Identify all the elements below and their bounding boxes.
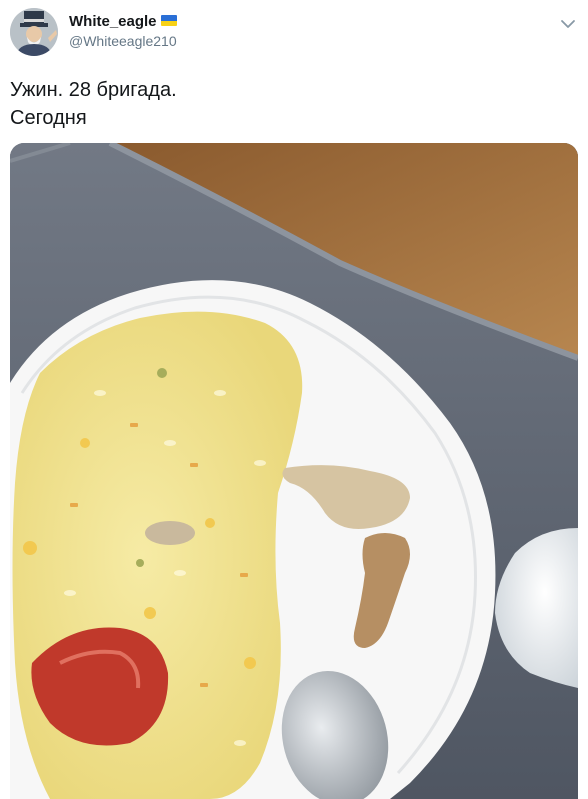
author-display-name[interactable]: White_eagle <box>69 13 157 30</box>
tweet-text-line: Сегодня <box>10 107 87 129</box>
tweet-photo[interactable] <box>10 143 578 799</box>
author-handle[interactable]: @Whiteeagle210 <box>69 33 177 49</box>
chevron-down-icon[interactable] <box>558 14 578 34</box>
ukraine-flag-icon <box>160 15 177 26</box>
meat-bit <box>145 521 195 545</box>
tweet-header: White_eagle @Whiteeagle210 <box>10 8 578 58</box>
author-block: White_eagle @Whiteeagle210 <box>69 13 177 49</box>
avatar[interactable] <box>10 8 58 56</box>
avatar-uncle-sam-image <box>10 8 58 56</box>
tweet-text-line: Ужин. 28 бригада. <box>10 79 177 101</box>
tweet-text: Ужин. 28 бригада. Сегодня <box>10 76 177 132</box>
dinner-plate-photo <box>10 143 578 799</box>
